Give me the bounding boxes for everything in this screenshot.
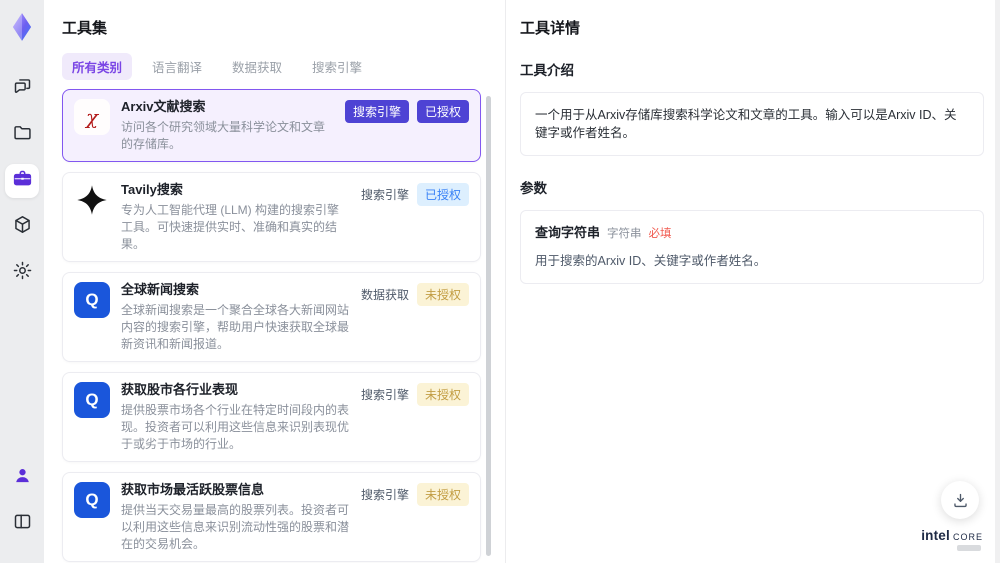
intro-text: 一个用于从Arxiv存储库搜索科学论文和文章的工具。输入可以是Arxiv ID、… — [535, 108, 957, 140]
rail-item-cube-icon[interactable] — [5, 210, 39, 244]
auth-status-badge: 已授权 — [416, 183, 469, 206]
rail-item-toolbox-icon[interactable] — [5, 164, 39, 198]
auth-status-badge: 未授权 — [416, 283, 469, 306]
tool-name: 全球新闻搜索 — [121, 282, 200, 297]
category-tab-2[interactable]: 数据获取 — [222, 53, 292, 80]
rail-nav — [5, 72, 39, 302]
rail-item-user-icon[interactable] — [5, 461, 39, 495]
cube-icon — [12, 214, 33, 240]
tool-detail-panel: 工具详情 工具介绍 一个用于从Arxiv存储库搜索科学论文和文章的工具。输入可以… — [507, 0, 1000, 563]
window-scrollbar[interactable] — [995, 0, 1000, 563]
intel-wordmark: intel — [921, 528, 950, 543]
param-required-flag: 必填 — [648, 228, 672, 240]
tool-desc: 专为人工智能代理 (LLM) 构建的搜索引擎工具。可快速提供实时、准确和真实的结… — [121, 203, 340, 251]
search-blue-icon: Q — [74, 382, 110, 418]
settings-icon — [12, 260, 33, 286]
search-blue-icon: Q — [74, 282, 110, 318]
panel-toggle-icon — [12, 511, 33, 537]
intel-core-logo: intel core — [921, 529, 983, 551]
tool-desc: 提供当天交易量最高的股票列表。投资者可以利用这些信息来识别流动性强的股票和潜在的… — [121, 503, 350, 551]
tool-name: Tavily搜索 — [121, 182, 183, 197]
params-heading: 参数 — [520, 181, 547, 196]
param-type: 字符串 — [607, 228, 642, 240]
auth-status-badge: 未授权 — [416, 383, 469, 406]
tool-list-panel: 工具集 所有类别 语言翻译 数据获取 搜索引擎 χ Arxiv文献搜索 访问各个研究领… — [44, 0, 506, 563]
tool-card[interactable]: Q 获取股市各行业表现 提供股票市场各个行业在特定时间段内的表现。投资者可以利用… — [62, 372, 481, 462]
tool-card[interactable]: Tavily搜索 专为人工智能代理 (LLM) 构建的搜索引擎工具。可快速提供实… — [62, 172, 481, 262]
detail-title: 工具详情 — [520, 20, 581, 37]
tool-desc: 访问各个研究领域大量科学论文和文章的存储库。 — [121, 120, 326, 151]
category-tab-0[interactable]: 所有类别 — [62, 53, 133, 80]
rail-item-settings-icon[interactable] — [5, 256, 39, 290]
tool-category-badge: 搜索引擎 — [344, 100, 409, 123]
rail-item-folder-icon[interactable] — [5, 118, 39, 152]
tool-category-label: 搜索引擎 — [360, 188, 409, 202]
intro-heading: 工具介绍 — [520, 63, 574, 78]
category-tab-1[interactable]: 语言翻译 — [142, 53, 212, 80]
user-icon — [12, 465, 33, 491]
auth-status-badge: 未授权 — [416, 483, 469, 506]
category-tabs: 所有类别 语言翻译 数据获取 搜索引擎 — [62, 53, 481, 80]
toolbox-icon — [12, 168, 33, 194]
tool-desc: 全球新闻搜索是一个聚合全球各大新闻网站内容的搜索引擎，帮助用户快速获取全球最新资… — [121, 303, 350, 351]
rail-bottom — [5, 461, 39, 563]
tool-card[interactable]: χ Arxiv文献搜索 访问各个研究领域大量科学论文和文章的存储库。 搜索引擎 … — [62, 89, 481, 162]
download-button[interactable] — [941, 481, 979, 519]
page-title: 工具集 — [62, 20, 108, 37]
tool-card[interactable]: Q 获取市场最活跃股票信息 提供当天交易量最高的股票列表。投资者可以利用这些信息… — [62, 472, 481, 562]
param-desc: 用于搜索的Arxiv ID、关键字或作者姓名。 — [535, 254, 767, 268]
tool-card[interactable]: Q 全球新闻搜索 全球新闻搜索是一个聚合全球各大新闻网站内容的搜索引擎，帮助用户… — [62, 272, 481, 362]
rail-item-panel-toggle-icon[interactable] — [5, 507, 39, 541]
param-head: 查询字符串 字符串 必填 — [535, 224, 969, 243]
tool-name: Arxiv文献搜索 — [121, 99, 206, 114]
list-scrollbar[interactable] — [486, 96, 491, 556]
intel-sub-badge — [957, 545, 981, 551]
tool-list: χ Arxiv文献搜索 访问各个研究领域大量科学论文和文章的存储库。 搜索引擎 … — [62, 89, 481, 563]
tool-category-label: 搜索引擎 — [360, 488, 409, 502]
param-box: 查询字符串 字符串 必填 用于搜索的Arxiv ID、关键字或作者姓名。 — [520, 210, 984, 284]
chat-icon — [12, 76, 33, 102]
tool-category-label: 数据获取 — [360, 288, 409, 302]
tool-category-label: 搜索引擎 — [360, 388, 409, 402]
folder-icon — [12, 122, 33, 148]
tool-name: 获取股市各行业表现 — [121, 382, 239, 397]
auth-status-badge: 已授权 — [416, 100, 469, 123]
search-blue-icon: Q — [74, 482, 110, 518]
download-icon — [953, 493, 967, 507]
intro-box: 一个用于从Arxiv存储库搜索科学论文和文章的工具。输入可以是Arxiv ID、… — [520, 92, 984, 156]
left-rail — [0, 0, 44, 563]
param-name: 查询字符串 — [535, 225, 601, 240]
category-tab-3[interactable]: 搜索引擎 — [302, 53, 372, 80]
arxiv-icon: χ — [74, 99, 110, 135]
app-logo[interactable] — [7, 12, 37, 42]
app-window: 工具集 所有类别 语言翻译 数据获取 搜索引擎 χ Arxiv文献搜索 访问各个研究领… — [0, 0, 1000, 563]
tool-name: 获取市场最活跃股票信息 — [121, 482, 265, 497]
core-wordmark: core — [952, 529, 983, 543]
tool-desc: 提供股票市场各个行业在特定时间段内的表现。投资者可以利用这些信息来识别表现优于或… — [121, 403, 350, 451]
rail-item-chat-icon[interactable] — [5, 72, 39, 106]
tavily-icon — [74, 182, 110, 218]
